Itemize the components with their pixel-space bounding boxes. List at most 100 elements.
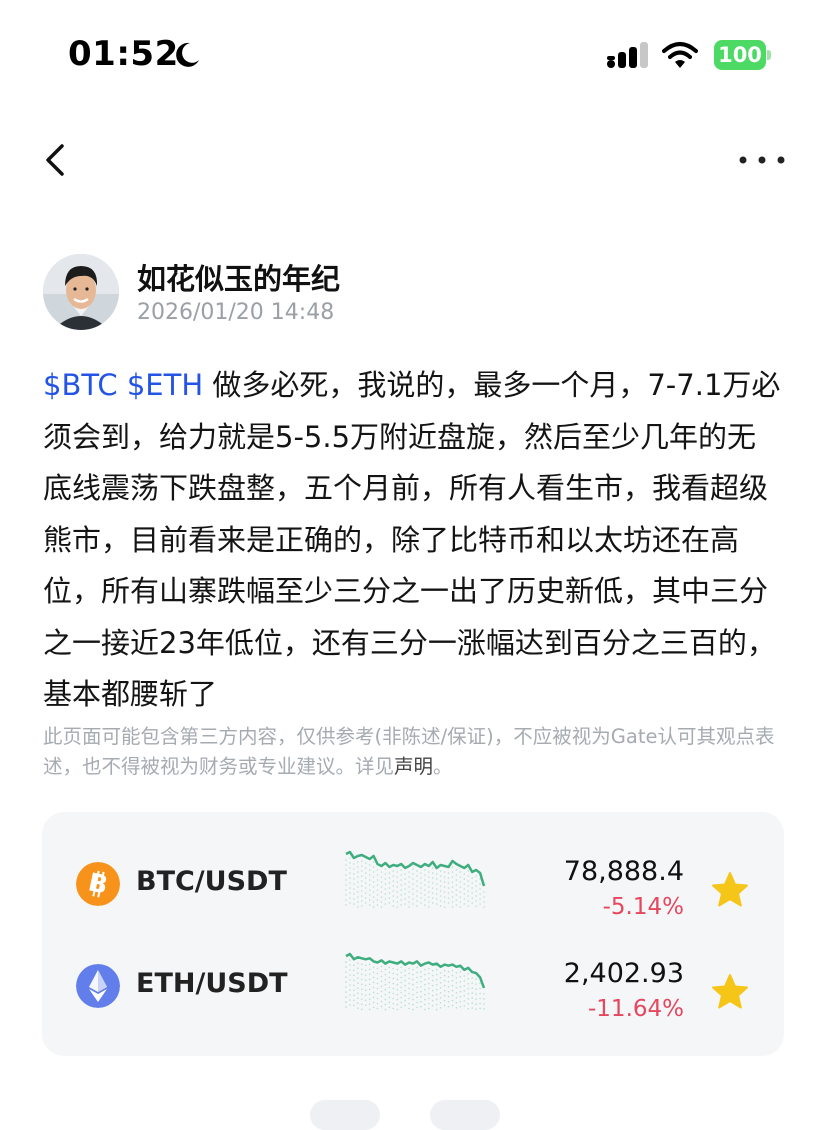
sparkline-fill-dot <box>447 995 450 998</box>
sparkline-fill-dot <box>408 881 410 883</box>
sparkline-fill-dot <box>361 900 363 902</box>
sparkline-fill-dot <box>353 979 355 982</box>
sparkline-fill-dot <box>392 900 395 902</box>
sparkline-fill-dot <box>384 893 387 895</box>
sparkline-fill-dot <box>424 894 426 896</box>
sparkline-fill-dot <box>392 895 395 897</box>
sparkline-fill-dot <box>412 883 414 885</box>
sparkline-fill-dot <box>431 877 434 879</box>
sparkline-fill-dot <box>400 996 402 999</box>
tag-btc[interactable]: $BTC <box>43 368 118 402</box>
sparkline-fill-dot <box>459 1000 462 1003</box>
sparkline-fill-dot <box>475 978 477 980</box>
sparkline-fill-dot <box>435 888 438 890</box>
sparkline-fill-dot <box>349 902 351 904</box>
sparkline-fill-dot <box>447 975 450 978</box>
sparkline-fill-dot <box>380 896 383 898</box>
sparkline-fill-dot <box>388 966 391 969</box>
sparkline-fill-dot <box>376 1002 379 1005</box>
moon-icon <box>176 42 199 67</box>
sparkline-fill-dot <box>431 994 434 997</box>
sparkline-fill-dot <box>353 878 355 880</box>
sparkline-fill-dot <box>475 988 477 990</box>
sparkline-fill-dot <box>400 899 402 901</box>
sparkline-fill-dot <box>396 886 399 888</box>
sparkline-fill-dot <box>400 869 402 871</box>
sparkline-fill-dot <box>424 978 426 981</box>
sparkline-fill-dot <box>424 1008 426 1011</box>
sparkline-fill-dot <box>420 970 422 973</box>
sparkline-fill-dot <box>471 902 473 904</box>
sparkline-fill-dot <box>420 897 422 899</box>
sparkline-fill-dot <box>357 906 359 908</box>
sparkline-fill-dot <box>396 968 399 971</box>
sparkline-fill-dot <box>435 993 438 996</box>
sparkline-fill-dot <box>439 1002 442 1004</box>
sparkline-fill-dot <box>364 979 367 982</box>
author-name[interactable]: 如花似玉的年纪 <box>137 256 340 298</box>
sparkline-fill-dot <box>412 998 414 1001</box>
sparkline-fill-dot <box>475 905 477 907</box>
sparkline-fill-dot <box>475 900 477 902</box>
sparkline-fill-dot <box>361 983 363 986</box>
sparkline-fill-dot <box>364 897 367 899</box>
sparkline-fill-dot <box>380 965 383 968</box>
sparkline-fill-dot <box>431 892 434 894</box>
sparkline-fill-dot <box>435 1003 438 1006</box>
sparkline-fill-dot <box>361 963 363 966</box>
back-button[interactable] <box>40 140 74 180</box>
sparkline-fill-dot <box>349 999 351 1001</box>
ticker-row-btc[interactable]: B BTC/USDT 78,888.4 -5.14% <box>42 832 784 934</box>
ticker-row-eth[interactable]: ETH/USDT 2,402.93 -11.64% <box>42 934 784 1036</box>
sparkline-fill-dot <box>357 876 359 878</box>
sparkline-fill-dot <box>376 884 379 886</box>
sparkline-fill-dot <box>428 896 430 898</box>
sparkline-fill-dot <box>364 872 367 874</box>
author-avatar[interactable] <box>43 254 119 330</box>
more-options-button[interactable] <box>738 150 786 170</box>
sparkline-fill-dot <box>345 884 347 886</box>
sparkline-fill-dot <box>392 982 395 985</box>
sparkline-fill-dot <box>412 868 414 870</box>
sparkline-fill-dot <box>357 871 359 873</box>
sparkline-fill-dot <box>404 979 406 982</box>
sparkline-fill-dot <box>388 1006 391 1009</box>
sparkline-fill-dot <box>396 1008 399 1011</box>
tag-eth[interactable]: $ETH <box>127 368 203 402</box>
sparkline-fill-dot <box>361 885 363 887</box>
sparkline-fill-dot <box>420 877 422 879</box>
price: 2,402.93 <box>563 958 684 989</box>
sparkline-fill-dot <box>428 982 430 985</box>
bitcoin-icon: B <box>76 862 120 906</box>
sparkline-fill-dot <box>357 886 359 888</box>
sparkline-fill-dot <box>455 869 458 871</box>
sparkline-fill-dot <box>396 998 399 1001</box>
sparkline-fill-dot <box>380 970 383 973</box>
star-icon[interactable] <box>710 972 750 1012</box>
sparkline-fill-dot <box>408 982 410 985</box>
sparkline-fill-dot <box>353 873 355 875</box>
sparkline-fill-dot <box>345 996 347 998</box>
sparkline-fill-dot <box>361 998 363 1001</box>
sparkline-fill-dot <box>372 866 375 868</box>
sparkline-fill-dot <box>361 993 363 996</box>
sparkline-fill-dot <box>388 976 391 979</box>
sparkline-fill-dot <box>428 1007 430 1010</box>
sparkline-fill-dot <box>463 975 466 977</box>
sparkline-fill-dot <box>412 1008 414 1011</box>
star-icon[interactable] <box>710 870 750 910</box>
sparkline-fill-dot <box>408 992 410 995</box>
sparkline-fill-dot <box>380 886 383 888</box>
sparkline-fill-dot <box>439 870 442 872</box>
sparkline-fill-dot <box>428 987 430 990</box>
sparkline-fill-dot <box>345 874 347 876</box>
sparkline-fill-dot <box>420 1005 422 1008</box>
sparkline-fill-dot <box>368 983 371 986</box>
sparkline-fill-dot <box>463 883 466 885</box>
disclaimer-link[interactable]: 声明 <box>394 755 433 778</box>
sparkline-fill-dot <box>396 876 399 878</box>
sparkline-fill-dot <box>364 994 367 997</box>
sparkline-fill-dot <box>424 879 426 881</box>
sparkline-fill-dot <box>412 978 414 981</box>
sparkline-fill-dot <box>439 905 442 907</box>
